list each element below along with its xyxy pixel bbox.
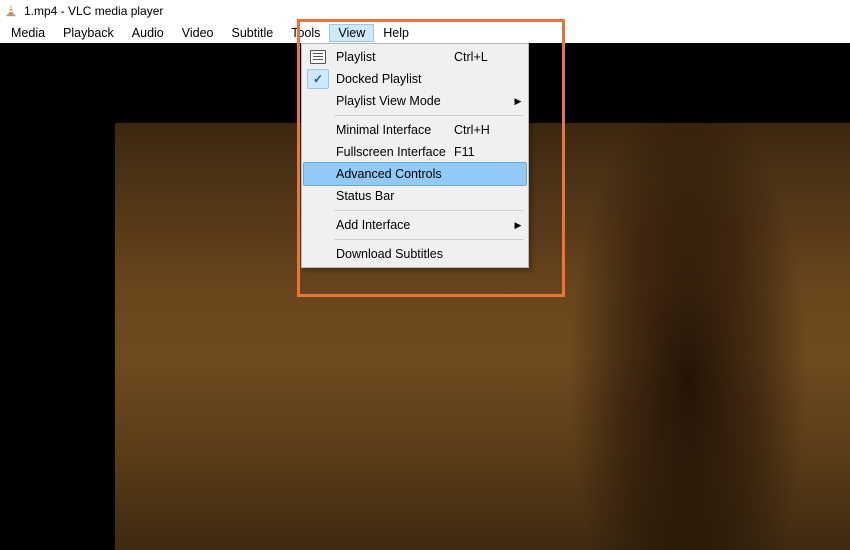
menu-item-shortcut: Ctrl+H [454,123,510,137]
menu-item-label: Playlist [332,50,454,64]
menu-item-status-bar[interactable]: Status Bar [304,185,526,207]
menu-media[interactable]: Media [2,24,54,42]
menu-view[interactable]: View [329,24,374,42]
menu-help[interactable]: Help [374,24,418,42]
menu-playback[interactable]: Playback [54,24,123,42]
menu-item-fullscreen-interface[interactable]: Fullscreen InterfaceF11 [304,141,526,163]
menu-tools[interactable]: Tools [282,24,329,42]
menu-item-label: Download Subtitles [332,247,454,261]
window-title: 1.mp4 - VLC media player [24,4,163,18]
menu-item-label: Docked Playlist [332,72,454,86]
menu-item-download-subtitles[interactable]: Download Subtitles [304,243,526,265]
titlebar: 1.mp4 - VLC media player [0,0,850,22]
menu-item-label: Fullscreen Interface [332,145,454,159]
submenu-arrow-icon: ▶ [510,96,526,107]
view-menu-dropdown: PlaylistCtrl+L✓Docked PlaylistPlaylist V… [301,43,529,268]
check-icon: ✓ [307,69,329,89]
vlc-cone-icon [4,4,18,18]
menu-item-label: Advanced Controls [332,167,454,181]
playlist-icon [310,50,326,64]
menu-item-docked-playlist[interactable]: ✓Docked Playlist [304,68,526,90]
menu-item-advanced-controls[interactable]: Advanced Controls [303,162,527,186]
menu-item-minimal-interface[interactable]: Minimal InterfaceCtrl+H [304,119,526,141]
menu-item-label: Add Interface [332,218,454,232]
menu-item-label: Playlist View Mode [332,94,454,108]
menu-audio[interactable]: Audio [123,24,173,42]
menu-item-shortcut: F11 [454,145,510,159]
menu-item-add-interface[interactable]: Add Interface ▶ [304,214,526,236]
menu-item-playlist-view-mode[interactable]: Playlist View Mode ▶ [304,90,526,112]
menu-subtitle[interactable]: Subtitle [223,24,283,42]
menu-item-playlist[interactable]: PlaylistCtrl+L [304,46,526,68]
menu-video[interactable]: Video [173,24,223,42]
menu-item-label: Status Bar [332,189,454,203]
submenu-arrow-icon: ▶ [510,220,526,231]
menu-separator [334,239,524,240]
vlc-window: 1.mp4 - VLC media player MediaPlaybackAu… [0,0,850,550]
menu-separator [334,115,524,116]
menu-separator [334,210,524,211]
menubar: MediaPlaybackAudioVideoSubtitleToolsView… [0,22,850,43]
menu-item-shortcut: Ctrl+L [454,50,510,64]
menu-item-label: Minimal Interface [332,123,454,137]
